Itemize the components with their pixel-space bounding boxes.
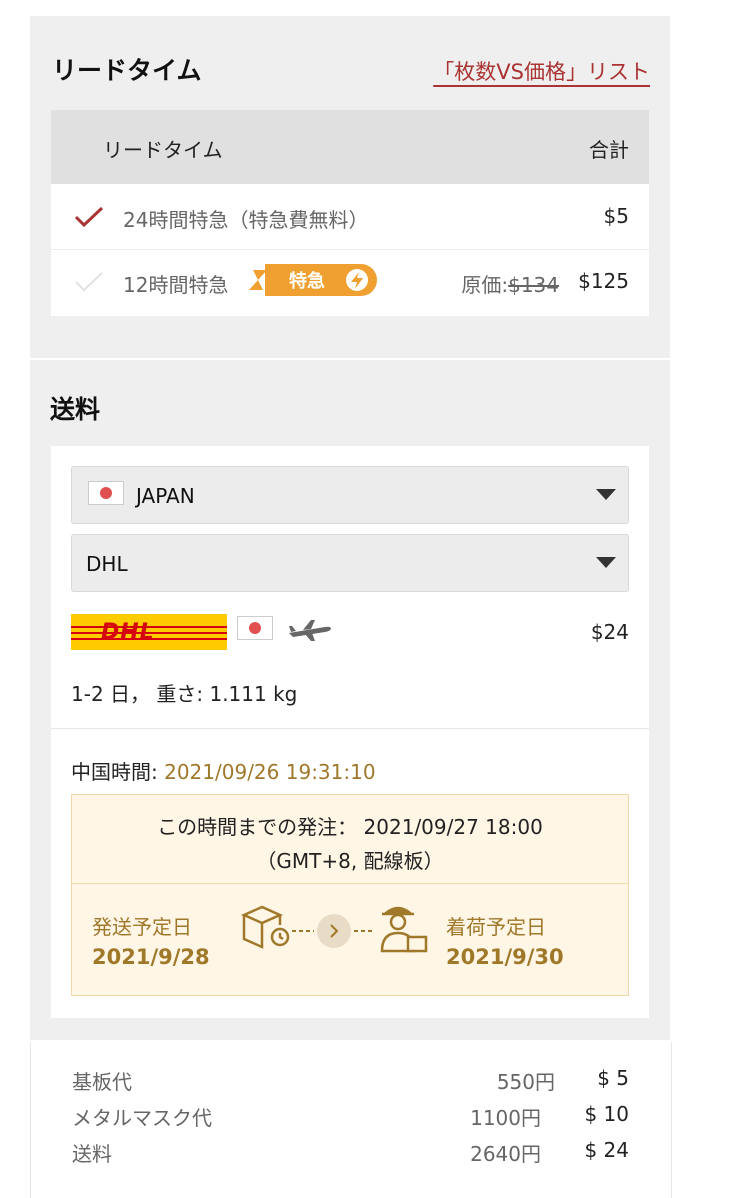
country-select-value: JAPAN: [136, 484, 195, 508]
delivery-info: 1-2 日， 重さ: 1.111 kg: [71, 682, 298, 706]
original-price-value: $134: [508, 273, 559, 297]
cost-row-stencil: メタルマスク代 1100円 $ 10: [72, 1098, 629, 1132]
carrier-price: $24: [590, 620, 629, 644]
carrier-option-row: DHL $24: [71, 614, 629, 654]
leadtime-option-24h[interactable]: 24時間特急（特急費無料） $5: [51, 185, 649, 250]
order-deadline: この時間までの発注： 2021/09/27 18:00: [157, 815, 543, 839]
express-badge-label: 特急: [289, 271, 325, 292]
cost-row-board: 基板代 550円 $ 5: [72, 1062, 629, 1096]
order-deadline-box: この時間までの発注： 2021/09/27 18:00 （GMT+8, 配線板）…: [71, 794, 629, 996]
dropdown-arrow-icon: [596, 557, 616, 568]
total-column-header: 合計: [589, 138, 629, 162]
divider: [51, 728, 649, 729]
ship-date: 2021/9/28: [92, 945, 210, 969]
leadtime-option-price: $125: [578, 269, 629, 293]
express-badge: 特急: [245, 262, 377, 298]
shipping-timeline-icons: [240, 905, 428, 953]
cost-label: 送料: [72, 1142, 112, 1166]
leadtime-option-name: 24時間特急（特急費無料）: [123, 208, 369, 232]
delivery-person-icon: [380, 906, 428, 953]
check-icon: [74, 206, 104, 228]
shipping-card: JAPAN DHL DHL $24 1-2 日， 重さ: 1.111 kg 中国…: [51, 446, 649, 1018]
cost-usd: $ 5: [597, 1066, 629, 1090]
leadtime-option-price: $5: [603, 204, 629, 228]
cost-label: 基板代: [72, 1070, 132, 1094]
cost-yen: 1100円: [470, 1106, 541, 1130]
cost-summary: 基板代 550円 $ 5 メタルマスク代 1100円 $ 10 送料 2640円…: [30, 1042, 672, 1198]
dropdown-arrow-icon: [596, 489, 616, 500]
carrier-select[interactable]: DHL: [71, 534, 629, 592]
leadtime-table-header: リードタイム 合計: [51, 110, 649, 184]
country-select[interactable]: JAPAN: [71, 466, 629, 524]
china-time-label: 中国時間:: [71, 760, 165, 784]
leadtime-table: リードタイム 合計 24時間特急（特急費無料） $5 12時間特急 特急 原価:…: [51, 110, 649, 316]
dhl-logo: DHL: [71, 614, 227, 650]
leadtime-section: リードタイム 「枚数VS価格」リスト リードタイム 合計 24時間特急（特急費無…: [30, 16, 670, 358]
japan-flag-icon: [88, 481, 124, 505]
dhl-logo-text: DHL: [101, 620, 155, 645]
cost-label: メタルマスク代: [72, 1106, 212, 1130]
leadtime-option-name: 12時間特急: [123, 273, 229, 297]
airplane-icon: [289, 620, 331, 641]
japan-flag-icon: [237, 616, 273, 640]
ship-date-label: 発送予定日: [92, 915, 192, 939]
arrival-date: 2021/9/30: [446, 945, 564, 969]
cost-yen: 2640円: [470, 1142, 541, 1166]
carrier-select-value: DHL: [86, 552, 128, 576]
check-icon: [75, 272, 103, 292]
cost-usd: $ 24: [584, 1138, 629, 1162]
leadtime-option-12h[interactable]: 12時間特急 特急 原価:$134 $125: [51, 250, 649, 314]
cost-yen: 550円: [496, 1070, 555, 1094]
china-time: 中国時間: 2021/09/26 19:31:10: [71, 756, 376, 785]
cost-row-shipping: 送料 2640円 $ 24: [72, 1134, 629, 1168]
leadtime-column-header: リードタイム: [103, 138, 223, 162]
china-time-value: 2021/09/26 19:31:10: [164, 760, 376, 784]
divider: [72, 883, 628, 884]
leadtime-title: リードタイム: [52, 56, 202, 85]
shipping-title: 送料: [50, 395, 101, 424]
quantity-price-list-link[interactable]: 「枚数VS価格」リスト: [433, 56, 650, 86]
original-price-label: 原価:: [461, 273, 509, 297]
original-price: 原価:$134: [461, 269, 559, 298]
shipping-section: 送料 JAPAN DHL DHL $24 1-2 日， 重さ: 1.111 kg…: [30, 360, 670, 1040]
cost-usd: $ 10: [584, 1102, 629, 1126]
arrival-date-label: 着荷予定日: [446, 915, 546, 939]
package-icon: [240, 905, 290, 949]
order-deadline-note: （GMT+8, 配線板）: [256, 849, 444, 873]
